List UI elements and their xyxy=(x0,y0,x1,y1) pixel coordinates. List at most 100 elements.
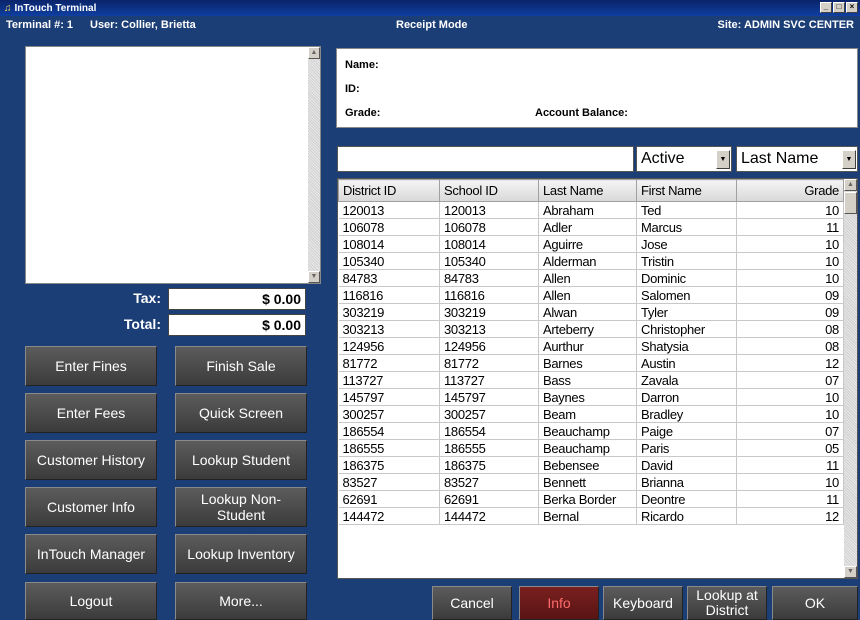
table-row[interactable]: 83527 83527 Bennett Brianna 10 xyxy=(338,473,844,491)
table-cell: 108014 xyxy=(439,235,539,253)
enter-fees-button[interactable]: Enter Fees xyxy=(25,393,157,433)
table-cell: Beauchamp xyxy=(538,422,637,440)
table-cell: 84783 xyxy=(338,269,440,287)
chevron-down-icon[interactable]: ▼ xyxy=(716,150,730,169)
table-row[interactable]: 145797 145797 Baynes Darron 10 xyxy=(338,388,844,406)
table-row[interactable]: 144472 144472 Bernal Ricardo 12 xyxy=(338,507,844,525)
col-last-name[interactable]: Last Name xyxy=(538,179,637,202)
table-cell: 303219 xyxy=(439,303,539,321)
customer-history-button[interactable]: Customer History xyxy=(25,440,157,480)
close-icon[interactable]: × xyxy=(846,2,858,13)
table-cell: Salomen xyxy=(636,286,737,304)
table-row[interactable]: 106078 106078 Adler Marcus 11 xyxy=(338,218,844,236)
table-cell: 300257 xyxy=(439,405,539,423)
table-cell: 303213 xyxy=(338,320,440,338)
table-row[interactable]: 186555 186555 Beauchamp Paris 05 xyxy=(338,439,844,457)
table-cell: Abraham xyxy=(538,201,637,219)
col-district-id[interactable]: District ID xyxy=(338,179,440,202)
scroll-down-icon[interactable]: ▼ xyxy=(844,566,857,578)
enter-fines-button[interactable]: Enter Fines xyxy=(25,346,157,386)
intouch-terminal-window: ♫ InTouch Terminal _ □ × Terminal #: 1 U… xyxy=(0,0,860,620)
customer-info-button[interactable]: Customer Info xyxy=(25,487,157,527)
maximize-icon[interactable]: □ xyxy=(833,2,845,13)
sort-field-dropdown[interactable]: Last Name ▼ xyxy=(736,146,858,172)
ok-button[interactable]: OK xyxy=(772,586,858,620)
table-row[interactable]: 186375 186375 Bebensee David 11 xyxy=(338,456,844,474)
table-row[interactable]: 300257 300257 Beam Bradley 10 xyxy=(338,405,844,423)
table-cell: Allen xyxy=(538,286,637,304)
table-cell: 10 xyxy=(736,388,844,406)
table-cell: 303213 xyxy=(439,320,539,338)
app-icon: ♫ xyxy=(4,2,12,14)
table-cell: 120013 xyxy=(439,201,539,219)
grid-scrollbar[interactable]: ▲ ▼ xyxy=(844,179,857,578)
col-grade[interactable]: Grade xyxy=(736,179,844,202)
cancel-button[interactable]: Cancel xyxy=(432,586,512,620)
customer-info-panel: Name: ID: Grade: Account Balance: xyxy=(336,48,858,128)
table-cell: David xyxy=(636,456,737,474)
table-cell: Aguirre xyxy=(538,235,637,253)
minimize-icon[interactable]: _ xyxy=(820,2,832,13)
intouch-manager-button[interactable]: InTouch Manager xyxy=(25,534,157,574)
receipt-list[interactable]: ▲ ▼ xyxy=(25,46,321,284)
table-row[interactable]: 116816 116816 Allen Salomen 09 xyxy=(338,286,844,304)
window-title: InTouch Terminal xyxy=(14,2,97,14)
scroll-up-icon[interactable]: ▲ xyxy=(308,47,320,59)
table-row[interactable]: 303219 303219 Alwan Tyler 09 xyxy=(338,303,844,321)
table-cell: 186375 xyxy=(439,456,539,474)
status-filter-dropdown[interactable]: Active ▼ xyxy=(636,146,732,172)
more-button[interactable]: More... xyxy=(175,582,307,620)
search-input[interactable] xyxy=(337,146,634,172)
scroll-thumb[interactable] xyxy=(844,192,857,214)
table-cell: 62691 xyxy=(439,490,539,508)
table-row[interactable]: 113727 113727 Bass Zavala 07 xyxy=(338,371,844,389)
table-row[interactable]: 108014 108014 Aguirre Jose 10 xyxy=(338,235,844,253)
col-first-name[interactable]: First Name xyxy=(636,179,737,202)
lookup-non-student-button[interactable]: Lookup Non-Student xyxy=(175,487,307,527)
receipt-scrollbar[interactable]: ▲ ▼ xyxy=(308,47,320,283)
table-row[interactable]: 105340 105340 Alderman Tristin 10 xyxy=(338,252,844,270)
table-cell: 11 xyxy=(736,490,844,508)
table-cell: Tristin xyxy=(636,252,737,270)
table-row[interactable]: 120013 120013 Abraham Ted 10 xyxy=(338,201,844,219)
quick-screen-button[interactable]: Quick Screen xyxy=(175,393,307,433)
table-row[interactable]: 303213 303213 Arteberry Christopher 08 xyxy=(338,320,844,338)
table-cell: 120013 xyxy=(338,201,440,219)
table-cell: Shatysia xyxy=(636,337,737,355)
lookup-student-button[interactable]: Lookup Student xyxy=(175,440,307,480)
table-cell: Beam xyxy=(538,405,637,423)
table-cell: Bass xyxy=(538,371,637,389)
table-cell: 10 xyxy=(736,405,844,423)
table-cell: Adler xyxy=(538,218,637,236)
student-grid[interactable]: District ID School ID Last Name First Na… xyxy=(337,178,858,579)
chevron-down-icon[interactable]: ▼ xyxy=(842,150,856,169)
scroll-down-icon[interactable]: ▼ xyxy=(308,271,320,283)
info-button[interactable]: Info xyxy=(519,586,599,620)
lookup-at-district-button[interactable]: Lookup at District xyxy=(687,586,767,620)
table-cell: 07 xyxy=(736,371,844,389)
lookup-inventory-button[interactable]: Lookup Inventory xyxy=(175,534,307,574)
table-row[interactable]: 81772 81772 Barnes Austin 12 xyxy=(338,354,844,372)
table-cell: 12 xyxy=(736,507,844,525)
table-cell: Bernal xyxy=(538,507,637,525)
logout-button[interactable]: Logout xyxy=(25,582,157,620)
table-cell: 10 xyxy=(736,252,844,270)
table-row[interactable]: 186554 186554 Beauchamp Paige 07 xyxy=(338,422,844,440)
total-value: $ 0.00 xyxy=(168,314,306,336)
table-cell: 11 xyxy=(736,456,844,474)
col-school-id[interactable]: School ID xyxy=(439,179,539,202)
table-row[interactable]: 124956 124956 Aurthur Shatysia 08 xyxy=(338,337,844,355)
table-cell: Baynes xyxy=(538,388,637,406)
scroll-up-icon[interactable]: ▲ xyxy=(844,179,857,191)
table-cell: 81772 xyxy=(338,354,440,372)
keyboard-button[interactable]: Keyboard xyxy=(603,586,683,620)
table-cell: 12 xyxy=(736,354,844,372)
finish-sale-button[interactable]: Finish Sale xyxy=(175,346,307,386)
table-cell: Austin xyxy=(636,354,737,372)
table-row[interactable]: 84783 84783 Allen Dominic 10 xyxy=(338,269,844,287)
table-cell: 11 xyxy=(736,218,844,236)
table-cell: 113727 xyxy=(338,371,440,389)
table-cell: 08 xyxy=(736,320,844,338)
table-cell: Jose xyxy=(636,235,737,253)
table-row[interactable]: 62691 62691 Berka Border Deontre 11 xyxy=(338,490,844,508)
